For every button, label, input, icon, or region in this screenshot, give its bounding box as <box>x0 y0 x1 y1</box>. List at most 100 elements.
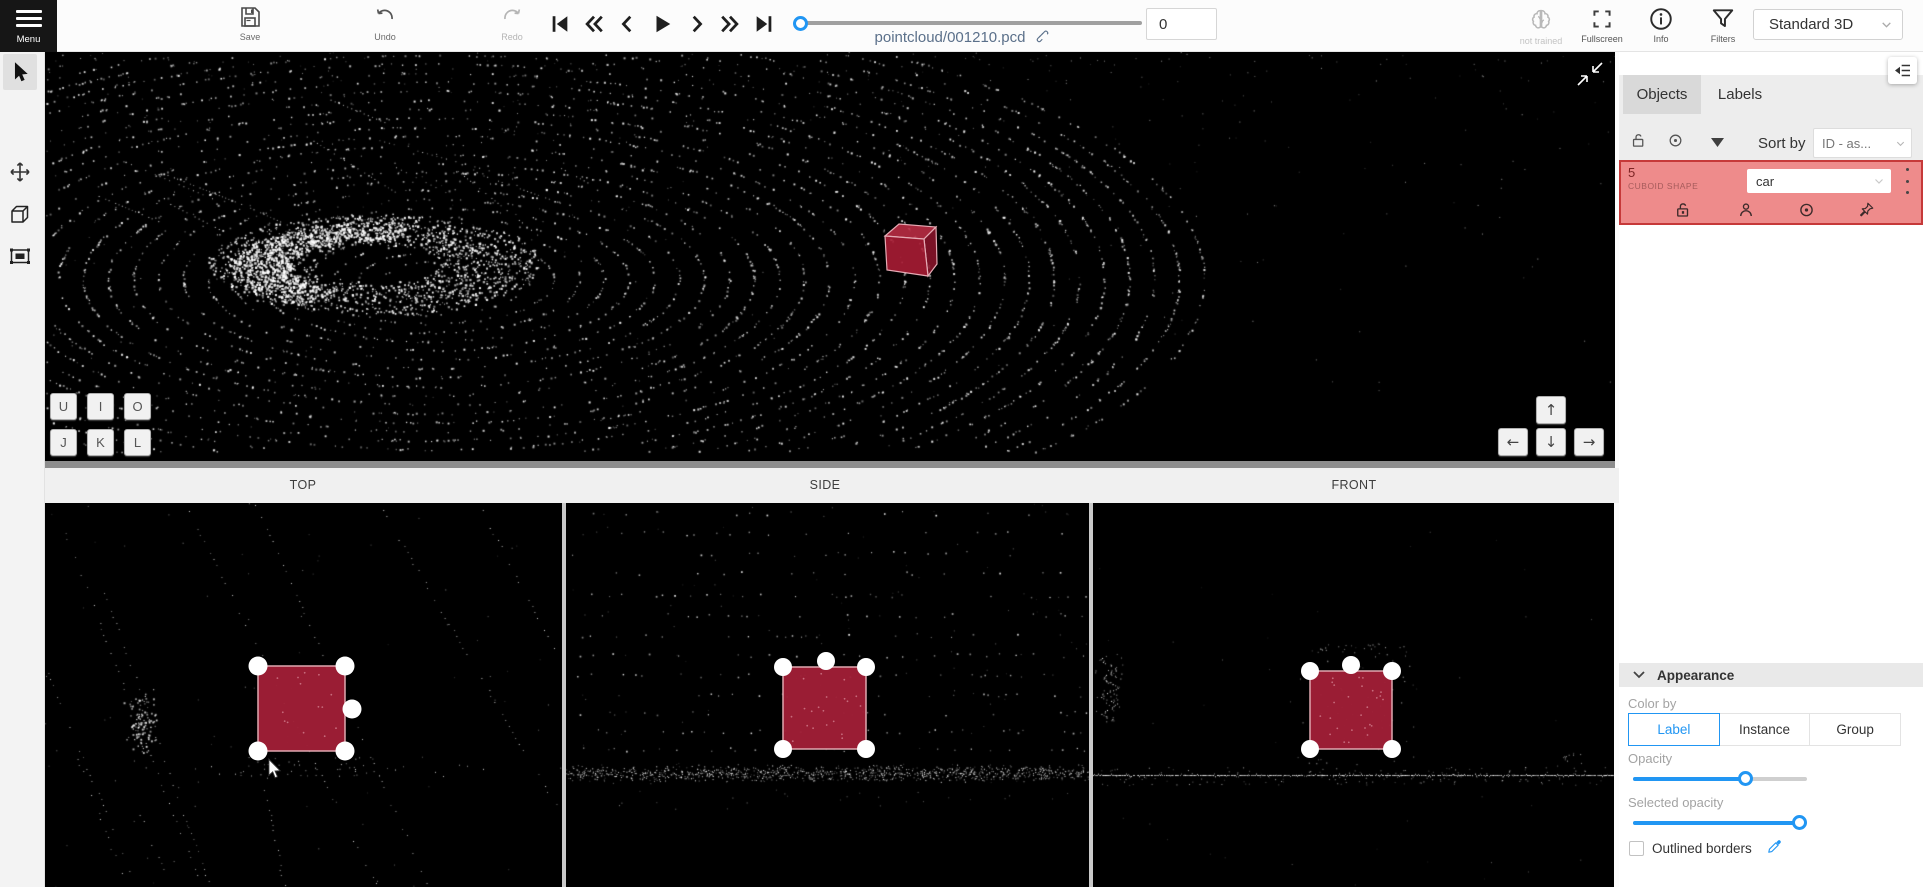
hotkey-k-button[interactable]: K <box>87 429 114 456</box>
menu-button[interactable]: Menu <box>0 0 57 52</box>
skip-to-start-button[interactable] <box>548 12 572 36</box>
horizontal-scrollbar[interactable] <box>45 461 1615 468</box>
cuboid-annotation-side <box>566 503 1089 887</box>
model-status-button[interactable]: not trained <box>1512 6 1570 46</box>
fullscreen-button[interactable]: Fullscreen <box>1573 6 1631 44</box>
top-ortho-view[interactable] <box>45 503 562 887</box>
skip-to-end-button[interactable] <box>752 12 776 36</box>
object-class-select[interactable]: car <box>1747 169 1891 193</box>
previous-frame-icon <box>617 13 639 35</box>
copy-link-icon[interactable] <box>1034 29 1051 46</box>
resize-handle[interactable] <box>336 657 355 676</box>
collapse-view-button[interactable] <box>1575 60 1605 88</box>
selected-opacity-slider-thumb[interactable] <box>1792 815 1807 830</box>
cuboid-face[interactable] <box>258 666 345 751</box>
collapse-panel-button[interactable] <box>1888 57 1917 84</box>
color-by-segmented-control: Label Instance Group <box>1628 713 1901 746</box>
expand-options-button[interactable] <box>1711 138 1724 147</box>
hotkey-j-button[interactable]: J <box>50 429 77 456</box>
object-author-button[interactable] <box>1734 198 1758 222</box>
nav-up-button[interactable]: ↑ <box>1536 396 1566 424</box>
color-by-instance-option[interactable]: Instance <box>1720 713 1811 746</box>
resize-handle[interactable] <box>249 657 268 676</box>
opacity-slider-thumb[interactable] <box>1738 771 1753 786</box>
tab-objects[interactable]: Objects <box>1623 75 1701 114</box>
frame-slider-track[interactable] <box>795 21 1142 25</box>
outlined-borders-checkbox[interactable] <box>1629 841 1644 856</box>
nav-left-button[interactable]: ← <box>1498 428 1528 456</box>
hotkey-l-button[interactable]: L <box>124 429 151 456</box>
fast-rewind-button[interactable] <box>582 12 606 36</box>
collapse-arrows-icon <box>1575 60 1605 88</box>
rotate-handle[interactable] <box>1342 656 1360 674</box>
resize-handle[interactable] <box>774 740 792 758</box>
undo-button[interactable]: Undo <box>357 5 413 42</box>
image-annotation-tool-button[interactable] <box>3 238 37 274</box>
nav-down-button[interactable]: ↓ <box>1536 428 1566 456</box>
resize-handle[interactable] <box>857 658 875 676</box>
object-pin-button[interactable] <box>1854 198 1878 222</box>
right-panel: Objects Labels Sort by ID - as... <box>1619 52 1923 887</box>
resize-handle[interactable] <box>1383 740 1401 758</box>
left-toolbar <box>0 52 45 887</box>
visibility-all-button[interactable] <box>1666 132 1685 149</box>
rotate-handle[interactable] <box>817 652 835 670</box>
tab-labels[interactable]: Labels <box>1709 75 1771 114</box>
front-ortho-view[interactable] <box>1093 503 1614 887</box>
next-frame-button[interactable] <box>684 12 708 36</box>
undo-icon <box>373 5 397 29</box>
save-button[interactable]: Save <box>222 5 278 42</box>
redo-button[interactable]: Redo <box>484 5 540 42</box>
object-visibility-button[interactable] <box>1794 198 1818 222</box>
object-lock-button[interactable] <box>1671 198 1695 222</box>
image-frame-icon <box>8 244 32 268</box>
lock-icon <box>1630 132 1647 149</box>
appearance-section-header[interactable]: Appearance <box>1619 663 1923 687</box>
ortho-view-labels-bar: TOP SIDE FRONT <box>45 468 1619 503</box>
color-by-label-option[interactable]: Label <box>1628 713 1720 746</box>
frame-number-input[interactable] <box>1146 8 1217 40</box>
resize-handle[interactable] <box>249 742 268 761</box>
sort-order-select[interactable]: ID - as... <box>1813 128 1912 158</box>
view-mode-select[interactable]: Standard 3D <box>1753 9 1903 40</box>
resize-handle[interactable] <box>1301 740 1319 758</box>
object-menu-button[interactable] <box>1901 168 1913 194</box>
resize-handle[interactable] <box>1383 662 1401 680</box>
hamburger-icon <box>16 10 42 27</box>
cuboid-annotation-top <box>45 503 562 887</box>
main-3d-view[interactable]: U I O J K L ↑ ← ↓ → <box>45 52 1615 468</box>
resize-handle[interactable] <box>336 742 355 761</box>
lock-all-button[interactable] <box>1630 132 1647 149</box>
fullscreen-icon <box>1589 6 1615 32</box>
resize-handle[interactable] <box>774 658 792 676</box>
filters-button[interactable]: Filters <box>1694 6 1752 44</box>
play-button[interactable] <box>650 12 674 36</box>
side-ortho-view[interactable] <box>566 503 1089 887</box>
previous-frame-button[interactable] <box>616 12 640 36</box>
hotkey-o-button[interactable]: O <box>124 393 151 420</box>
next-frame-icon <box>685 13 707 35</box>
skip-to-end-icon <box>753 13 775 35</box>
fast-forward-icon <box>719 13 741 35</box>
resize-handle[interactable] <box>857 740 875 758</box>
cuboid-face[interactable] <box>783 667 866 749</box>
eyedropper-icon[interactable] <box>1766 839 1782 855</box>
resize-handle[interactable] <box>1301 662 1319 680</box>
opacity-slider[interactable] <box>1633 771 1807 787</box>
cuboid-face[interactable] <box>1310 671 1392 749</box>
color-by-group-option[interactable]: Group <box>1810 713 1901 746</box>
object-card-selected[interactable]: 5 CUBOID SHAPE car <box>1619 160 1923 225</box>
cuboid-tool-button[interactable] <box>3 196 37 232</box>
info-button[interactable]: Info <box>1632 6 1690 44</box>
fast-forward-button[interactable] <box>718 12 742 36</box>
select-tool-button[interactable] <box>3 54 37 90</box>
hotkey-i-button[interactable]: I <box>87 393 114 420</box>
selected-opacity-slider[interactable] <box>1633 815 1807 831</box>
nav-right-button[interactable]: → <box>1574 428 1604 456</box>
move-tool-button[interactable] <box>3 154 37 190</box>
info-icon <box>1648 6 1674 32</box>
hotkey-u-button[interactable]: U <box>50 393 77 420</box>
frame-slider-thumb[interactable] <box>793 16 808 31</box>
rotate-handle[interactable] <box>343 700 362 719</box>
redo-icon <box>500 5 524 29</box>
